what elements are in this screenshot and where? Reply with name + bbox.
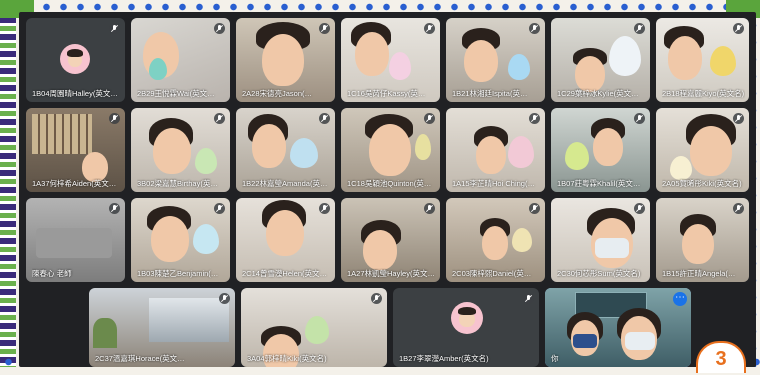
mic-muted-icon bbox=[733, 203, 744, 214]
participant-name: 2A28宋德亮Jason(… bbox=[242, 89, 313, 98]
participant-tile[interactable]: 1B22林嘉瑩Amanda(英… bbox=[236, 108, 335, 192]
left-border-stripe bbox=[0, 0, 16, 367]
participant-tile[interactable]: 1C29葉梓冰Kylie(英文… bbox=[551, 18, 650, 102]
participant-tile[interactable]: 1B04周園晴Halley(英文… bbox=[26, 18, 125, 102]
mic-muted-icon bbox=[319, 203, 330, 214]
mic-muted-icon bbox=[109, 113, 120, 124]
more-options-icon[interactable]: ⋯ bbox=[673, 292, 687, 306]
mic-muted-icon bbox=[529, 203, 540, 214]
participant-tile[interactable]: 1C18吳穎池Quinton(英文… bbox=[341, 108, 440, 192]
mic-muted-icon bbox=[523, 293, 534, 304]
face-mask bbox=[595, 238, 629, 258]
participant-name: 2B29王悅霖Wai(英文… bbox=[137, 89, 215, 98]
mic-muted-icon bbox=[319, 113, 330, 124]
participant-name: 3A04郭梓晴Kiki(英文名) bbox=[247, 354, 327, 363]
participant-tile[interactable]: 2C14曾雪瀅Helen(英文… bbox=[236, 198, 335, 282]
mic-muted-icon bbox=[109, 23, 120, 34]
participant-tile[interactable]: 2C03陳梓熙Daniel(英… bbox=[446, 198, 545, 282]
participant-tile[interactable]: 3A04郭梓晴Kiki(英文名) bbox=[241, 288, 387, 367]
mic-muted-icon bbox=[634, 113, 645, 124]
face-mask bbox=[625, 332, 655, 350]
participant-name: 2C37溫嘉琪Horace(英文… bbox=[95, 354, 185, 363]
mic-muted-icon bbox=[424, 113, 435, 124]
participant-name: 3B02梁嘉慧Birthay(英… bbox=[137, 179, 218, 188]
participant-tile[interactable]: 2C37溫嘉琪Horace(英文… bbox=[89, 288, 235, 367]
participant-tile[interactable]: 1B15許正晴Angela(… bbox=[656, 198, 749, 282]
mic-muted-icon bbox=[733, 23, 744, 34]
mic-muted-icon bbox=[214, 113, 225, 124]
mic-muted-icon bbox=[634, 203, 645, 214]
participant-name: 1C29葉梓冰Kylie(英文… bbox=[557, 89, 639, 98]
participant-name: 陳春心 老師 bbox=[32, 269, 72, 278]
participant-name: 2B18程嘉麗Kiyo(英文名) bbox=[662, 89, 745, 98]
participant-name: 2A05賀晞彤Kiki(英文名) bbox=[662, 179, 742, 188]
participant-tile[interactable]: 1B21林湘廷Ispita(英… bbox=[446, 18, 545, 102]
participant-tile[interactable]: 1A37何梓希Aiden(英文… bbox=[26, 108, 125, 192]
mic-muted-icon bbox=[214, 203, 225, 214]
participant-name: 1A27林凱瑩Hayley(英文… bbox=[347, 269, 435, 278]
participant-name: 1B07莊粤霖Khalil(英文… bbox=[557, 179, 641, 188]
mic-muted-icon bbox=[219, 293, 230, 304]
mic-muted-icon bbox=[424, 23, 435, 34]
mic-muted-icon bbox=[424, 203, 435, 214]
participant-name: 1B15許正晴Angela(… bbox=[662, 269, 736, 278]
participant-name: 1A15李芷晴Hoi Ching(… bbox=[452, 179, 535, 188]
face-mask bbox=[573, 334, 597, 348]
participant-name: 1B22林嘉瑩Amanda(英… bbox=[242, 179, 328, 188]
participant-tile[interactable]: 1B03陳楚乙Benjamin(… bbox=[131, 198, 230, 282]
participant-tile[interactable]: 3B02梁嘉慧Birthay(英… bbox=[131, 108, 230, 192]
participant-tile[interactable]: 1A27林凱瑩Hayley(英文… bbox=[341, 198, 440, 282]
participant-tile[interactable]: 1A15李芷晴Hoi Ching(… bbox=[446, 108, 545, 192]
mic-muted-icon bbox=[214, 23, 225, 34]
mic-muted-icon bbox=[319, 23, 330, 34]
participant-name: 2C14曾雪瀅Helen(英文… bbox=[242, 269, 328, 278]
participant-name: 2C30何芯彤Sum(英文名) bbox=[557, 269, 641, 278]
participant-tile[interactable]: 2A05賀晞彤Kiki(英文名) bbox=[656, 108, 749, 192]
participant-name: 1B04周園晴Halley(英文… bbox=[32, 89, 118, 98]
mic-muted-icon bbox=[634, 23, 645, 34]
video-call-grid: 1B04周園晴Halley(英文… 2B29王悅霖Wai(英文… 2A28宋德亮… bbox=[19, 12, 756, 367]
participant-name: 1C18吳穎池Quinton(英文… bbox=[347, 179, 436, 188]
participant-name: 1B03陳楚乙Benjamin(… bbox=[137, 269, 219, 278]
participant-tile[interactable]: 2A28宋德亮Jason(… bbox=[236, 18, 335, 102]
mic-muted-icon bbox=[733, 113, 744, 124]
mic-muted-icon bbox=[109, 203, 120, 214]
self-label: 你 bbox=[551, 354, 559, 363]
participant-tile[interactable]: 1C16吳芮仔Kassy(英… bbox=[341, 18, 440, 102]
participant-tile[interactable]: 1B07莊粤霖Khalil(英文… bbox=[551, 108, 650, 192]
avatar bbox=[451, 302, 483, 334]
participant-tile[interactable]: 2C30何芯彤Sum(英文名) bbox=[551, 198, 650, 282]
participant-name: 1C16吳芮仔Kassy(英… bbox=[347, 89, 426, 98]
self-view-tile[interactable]: ⋯ 你 bbox=[545, 288, 691, 367]
participant-name: 2C03陳梓熙Daniel(英… bbox=[452, 269, 532, 278]
participant-tile[interactable]: 2B29王悅霖Wai(英文… bbox=[131, 18, 230, 102]
mic-muted-icon bbox=[529, 113, 540, 124]
participant-tile[interactable]: 1B27李翠瀅Amber(英文名) bbox=[393, 288, 539, 367]
participant-name: 1A37何梓希Aiden(英文… bbox=[32, 179, 117, 188]
mic-muted-icon bbox=[371, 293, 382, 304]
avatar bbox=[60, 44, 90, 74]
participant-tile[interactable]: 2B18程嘉麗Kiyo(英文名) bbox=[656, 18, 749, 102]
participant-name: 1B27李翠瀅Amber(英文名) bbox=[399, 354, 489, 363]
participant-tile[interactable]: 陳春心 老師 bbox=[26, 198, 125, 282]
participant-name: 1B21林湘廷Ispita(英… bbox=[452, 89, 528, 98]
mic-muted-icon bbox=[529, 23, 540, 34]
